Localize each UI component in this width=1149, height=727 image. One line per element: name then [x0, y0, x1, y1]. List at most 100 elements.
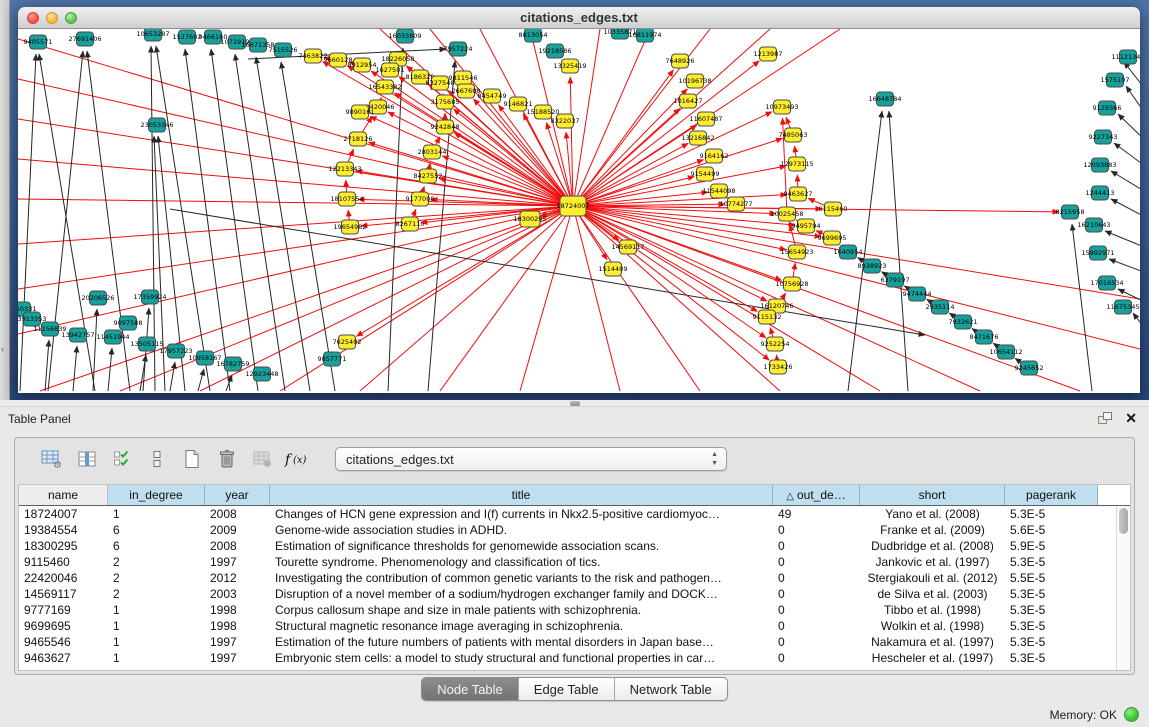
delete-table-icon[interactable] — [214, 446, 240, 472]
tab-node-table[interactable]: Node Table — [422, 678, 519, 700]
table-cell: 5.3E-5 — [1005, 554, 1098, 570]
table-cell: 0 — [773, 650, 860, 666]
node-label: 16648784 — [868, 95, 901, 103]
node-label: 10196738 — [678, 77, 711, 85]
table-cell: 1 — [108, 506, 205, 522]
table-cell: 9777169 — [19, 602, 108, 618]
table-cell: de Silva et al. (2003) — [860, 586, 1005, 602]
table-cell: 18300295 — [19, 538, 108, 554]
table-row[interactable]: 911546021997Tourette syndrome. Phenomeno… — [19, 554, 1116, 570]
network-file-select[interactable]: citations_edges.txt ▲▼ — [335, 447, 727, 471]
table-cell — [1098, 570, 1116, 586]
table-cell: Wolkin et al. (1998) — [860, 618, 1005, 634]
table-cell: 1998 — [205, 602, 270, 618]
table-settings-icon[interactable]: ⚙ — [39, 446, 65, 472]
node-label: 1244413 — [1086, 189, 1115, 197]
table-row[interactable]: 2242004622012Investigating the contribut… — [19, 570, 1116, 586]
node-label: 2935114 — [926, 303, 955, 311]
table-toolbar: ⚙ — [15, 438, 1134, 480]
column-header-in-degree[interactable]: in_degree — [108, 485, 205, 505]
table-cell: Nakamura et al. (1997) — [860, 634, 1005, 650]
column-header-name[interactable]: name — [19, 485, 108, 505]
node-label: 15188520 — [526, 108, 559, 116]
select-columns-icon[interactable] — [109, 446, 135, 472]
node-label: 23053346 — [140, 121, 173, 129]
table-cell: 5.3E-5 — [1005, 506, 1098, 522]
window-titlebar[interactable]: citations_edges.txt — [18, 7, 1140, 29]
node-label: 1575107 — [1101, 76, 1130, 84]
node-label: 9890161 — [346, 108, 375, 116]
network-view-window: citations_edges.txt 18724007183002959405… — [18, 7, 1140, 393]
panel-divider[interactable] — [0, 400, 1149, 407]
table-row[interactable]: 946554611997Estimation of the future num… — [19, 634, 1116, 650]
table-row[interactable]: 977716911998Corpus callosum shape and si… — [19, 602, 1116, 618]
table-row[interactable]: 1938455462009Genome-wide association stu… — [19, 522, 1116, 538]
table-cell: Tibbo et al. (1998) — [860, 602, 1005, 618]
close-panel-icon[interactable]: ✕ — [1125, 410, 1137, 427]
table-cell: 1997 — [205, 554, 270, 570]
table-cell — [1098, 506, 1116, 522]
function-builder-icon[interactable]: ƒ (x) — [284, 446, 310, 472]
create-table-icon[interactable] — [179, 446, 205, 472]
show-columns-icon[interactable] — [74, 446, 100, 472]
node-label: 1527602 — [173, 33, 202, 41]
node-label: 13942757 — [61, 331, 94, 339]
table-cell: 0 — [773, 570, 860, 586]
table-cell: 0 — [773, 618, 860, 634]
scrollbar-thumb[interactable] — [1119, 508, 1128, 534]
node-label: 9474444 — [903, 290, 932, 298]
node-label: 8322037 — [551, 117, 580, 125]
node-label: 18107554 — [330, 195, 363, 203]
table-cell: 1997 — [205, 634, 270, 650]
table-row[interactable]: 1456911722003Disruption of a novel membe… — [19, 586, 1116, 602]
table-cell: Jankovic et al. (1997) — [860, 554, 1005, 570]
node-label: 10774277 — [719, 200, 752, 208]
node-label: 8813054 — [519, 31, 548, 39]
tab-network-table[interactable]: Network Table — [615, 678, 727, 700]
table-cell: 19384554 — [19, 522, 108, 538]
svg-text:(x): (x) — [293, 455, 307, 466]
memory-status-led[interactable] — [1124, 707, 1139, 722]
node-label: 1213987 — [754, 50, 783, 58]
node-label: 1733426 — [764, 363, 793, 371]
table-cell: 1 — [108, 634, 205, 650]
table-cell: 9463627 — [19, 650, 108, 666]
node-label: 7515526 — [269, 46, 298, 54]
table-scrollbar[interactable] — [1116, 506, 1130, 670]
column-header-title[interactable]: title — [270, 485, 773, 505]
node-label: 9252254 — [761, 340, 790, 348]
table-row[interactable]: 969969511998Structural magnetic resonanc… — [19, 618, 1116, 634]
table-cell: 5.3E-5 — [1005, 602, 1098, 618]
tab-edge-table[interactable]: Edge Table — [519, 678, 615, 700]
table-cell: 1 — [108, 618, 205, 634]
network-canvas[interactable]: 1872400718300295940557127691406106532871… — [18, 29, 1140, 393]
column-header-short[interactable]: short — [860, 485, 1005, 505]
table-cell: 6 — [108, 538, 205, 554]
divider-grip-icon[interactable] — [570, 401, 580, 406]
left-collapse-strip[interactable]: ‹ — [0, 0, 10, 400]
table-cell: 5.5E-5 — [1005, 570, 1098, 586]
node-label: 9115132 — [753, 313, 782, 321]
node-label: 9154499 — [691, 170, 720, 178]
node-label: 17359924 — [133, 293, 166, 301]
column-header-out-degree[interactable]: △out_de… — [773, 485, 860, 505]
table-cell: Estimation of the future numbers of pati… — [270, 634, 773, 650]
row-height-icon[interactable] — [144, 446, 170, 472]
node-label: 15654923 — [780, 248, 813, 256]
table-row[interactable]: 1872400712008Changes of HCN gene express… — [19, 506, 1116, 522]
table-cell: 2003 — [205, 586, 270, 602]
node-label: 1514409 — [599, 265, 628, 273]
node-label: 12213343 — [328, 165, 361, 173]
table-row[interactable]: 946362711997Embryonic stem cells: a mode… — [19, 650, 1116, 666]
column-header-year[interactable]: year — [205, 485, 270, 505]
table-cell: Corpus callosum shape and size in male p… — [270, 602, 773, 618]
svg-text:⚙: ⚙ — [53, 460, 62, 469]
node-label: 7485063 — [779, 131, 808, 139]
float-panel-icon[interactable] — [1097, 411, 1113, 430]
table-panel: Table Panel ✕ ⚙ — [0, 407, 1149, 703]
table-row[interactable]: 1830029562008Estimation of significance … — [19, 538, 1116, 554]
node-label: 11544098 — [702, 187, 735, 195]
collapse-arrow-icon: ‹ — [1, 344, 4, 354]
column-header-pagerank[interactable]: pagerank — [1005, 485, 1098, 505]
node-label: 27691406 — [68, 35, 101, 43]
